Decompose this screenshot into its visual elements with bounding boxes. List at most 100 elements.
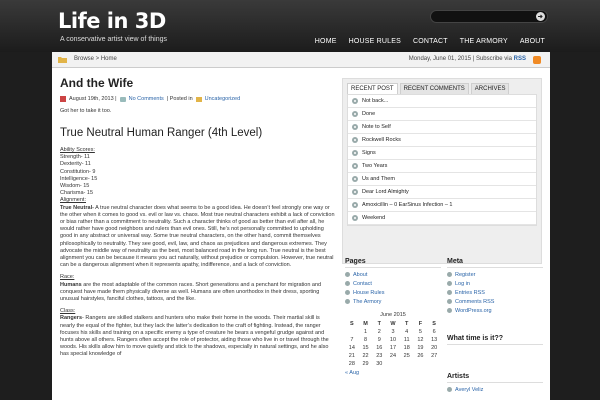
list-item[interactable]: Weekend [348, 212, 536, 225]
calendar-icon [60, 96, 66, 102]
search-input[interactable] [435, 12, 531, 21]
bullet-icon [447, 290, 452, 295]
meta-link-label: WordPress.org [455, 307, 492, 314]
bullet-icon [352, 215, 358, 221]
folder-icon [195, 96, 202, 102]
meta-link[interactable]: Register [447, 270, 543, 279]
meta-link-label: Log in [455, 280, 470, 287]
list-item[interactable]: Two Years [348, 160, 536, 173]
bullet-icon [352, 124, 358, 130]
tab-recent-post[interactable]: RECENT POST [347, 83, 398, 94]
score-line: Intelligence- 15 [60, 175, 98, 182]
calendar-day: 9 [377, 337, 381, 343]
calendar-day: 11 [403, 337, 410, 343]
list-item[interactable]: Note to Self [348, 121, 536, 134]
page-link-label: House Rules [353, 289, 385, 296]
calendar-day: 7 [350, 337, 354, 343]
meta-widget: Meta Register Log in Entries RSS Comment… [447, 258, 543, 315]
alignment-heading: Alignment: [60, 197, 86, 204]
rss-link[interactable]: RSS [514, 56, 526, 62]
list-item[interactable]: Signs [348, 147, 536, 160]
score-line: Strength- 11 [60, 154, 90, 161]
calendar-day-header: T [405, 321, 409, 327]
calendar-day: 15 [362, 345, 369, 351]
calendar-day [386, 360, 400, 368]
calendar-day-header: M [363, 321, 368, 327]
nav-the-armory[interactable]: THE ARMORY [460, 38, 508, 45]
nav-contact[interactable]: CONTACT [413, 38, 448, 45]
page-link-label: Contact [353, 280, 372, 287]
list-item-label: Two Years [362, 163, 388, 169]
current-date: Monday, June 01, 2015 | Subscribe via [408, 56, 512, 62]
category-link[interactable]: Uncategorized [205, 96, 240, 102]
calendar-prev-link[interactable]: « Aug [345, 370, 441, 376]
page-link[interactable]: The Armory [345, 297, 441, 306]
calendar-day: 8 [364, 337, 368, 343]
list-item-label: Note to Self [362, 124, 391, 130]
calendar-grid: S M T W T F S 1 2 3 4 5 6 7 8 9 10 11 12 13 14 15 16 17 18 19 20 21… [345, 320, 441, 368]
list-item[interactable]: Rockwell Rocks [348, 134, 536, 147]
tab-recent-comments[interactable]: RECENT COMMENTS [399, 83, 469, 94]
score-line: Constitution- 9 [60, 168, 96, 175]
page-link-label: The Armory [353, 298, 382, 305]
bullet-icon [447, 308, 452, 313]
bullet-icon [352, 163, 358, 169]
calendar-day: 17 [389, 345, 397, 351]
nav-about[interactable]: ABOUT [520, 38, 545, 45]
alignment-paragraph: True Neutral- A true neutral character d… [60, 205, 335, 270]
nav-house-rules[interactable]: HOUSE RULES [349, 38, 401, 45]
calendar-day: 16 [376, 345, 383, 351]
pages-widget: Pages About Contact House Rules The Armo… [345, 258, 441, 376]
bullet-icon [352, 111, 358, 117]
search-button[interactable] [536, 12, 545, 21]
list-item-label: Rockwell Rocks [362, 137, 401, 143]
bullet-icon [345, 299, 350, 304]
class-paragraph: Rangers- Rangers are skilled stalkers an… [60, 315, 335, 358]
rss-icon[interactable] [533, 56, 541, 64]
comments-link[interactable]: No Comments [129, 96, 164, 102]
meta-link-label: Entries RSS [455, 289, 485, 296]
race-bold: Humans [60, 281, 82, 288]
calendar-day: 19 [417, 345, 424, 351]
page-link[interactable]: About [345, 270, 441, 279]
artist-link[interactable]: Averyl Veliz [447, 385, 543, 394]
meta-link[interactable]: Log in [447, 279, 543, 288]
calendar-day: 28 [348, 361, 355, 367]
calendar-day [400, 360, 414, 368]
main-content: And the Wife August 19th, 2013 | No Comm… [60, 76, 335, 359]
page-link[interactable]: House Rules [345, 288, 441, 297]
bullet-icon [447, 272, 452, 277]
list-item[interactable]: Amoxicillin – 0 EarSinus Infection – 1 [348, 199, 536, 212]
artists-widget: Artists Averyl Veliz [447, 373, 543, 394]
bullet-icon [447, 387, 452, 392]
class-bold: Rangers [60, 315, 83, 322]
calendar-day: 10 [389, 337, 397, 343]
nav-home[interactable]: HOME [315, 38, 337, 45]
list-item[interactable]: Not back... [348, 95, 536, 108]
meta-link[interactable]: WordPress.org [447, 306, 543, 315]
meta-link[interactable]: Comments RSS [447, 297, 543, 306]
score-line: Charisma- 15 [60, 190, 94, 197]
list-item-label: Signs [362, 150, 376, 156]
page-link[interactable]: Contact [345, 279, 441, 288]
calendar-day: 24 [389, 353, 397, 359]
list-item-label: Dear Lord Almighty [362, 189, 409, 195]
calendar-day-header: F [418, 321, 423, 327]
search-box [430, 10, 548, 23]
artist-link-label: Averyl Veliz [455, 386, 484, 393]
calendar-day: 25 [403, 353, 410, 359]
list-item[interactable]: Us and Them [348, 173, 536, 186]
list-item[interactable]: Done [348, 108, 536, 121]
post-title[interactable]: And the Wife [60, 76, 335, 90]
site-logo[interactable]: Life in 3D [58, 9, 166, 33]
calendar-title: June 2015 [380, 312, 406, 318]
main-nav: HOME HOUSE RULES CONTACT THE ARMORY ABOU… [303, 38, 545, 45]
comment-icon [119, 96, 126, 102]
tab-archives[interactable]: ARCHIVES [470, 83, 510, 94]
list-item[interactable]: Dear Lord Almighty [348, 186, 536, 199]
breadcrumb[interactable]: Browse > Home [74, 56, 117, 62]
meta-link-label: Comments RSS [455, 298, 495, 305]
meta-link[interactable]: Entries RSS [447, 288, 543, 297]
class-text: - Rangers are skilled stalkers and hunte… [60, 315, 329, 358]
calendar-day: 13 [431, 337, 438, 343]
